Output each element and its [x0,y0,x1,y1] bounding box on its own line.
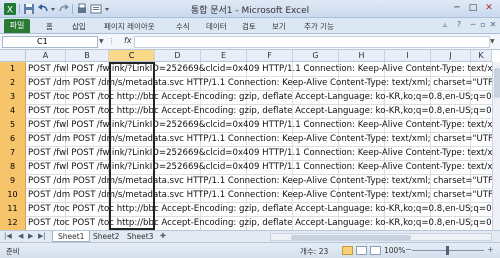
status-ready: 준비 [6,247,20,256]
insert-function-icon[interactable]: fx [124,36,132,45]
row-header-10[interactable]: 10 [0,188,26,203]
ribbon-collapse-icon[interactable]: ▵ [440,20,450,30]
normal-view-icon[interactable] [342,246,353,255]
name-box-dropdown-icon[interactable]: ▼ [99,38,104,45]
page-layout-view-icon[interactable] [356,246,367,255]
row-cell-text[interactable]: POST /dm POST /dm/s/metadata.svc HTTP/1.… [28,174,500,189]
insert-sheet-icon[interactable]: ✚ [160,232,166,240]
row-cell-text[interactable]: POST /fwl POST /fwlink/?LinkID=252669&cl… [28,160,500,175]
row-header-6[interactable]: 6 [0,132,26,147]
row-cell-text[interactable]: POST /dm POST /dm/s/metadata.svc HTTP/1.… [28,132,500,147]
zoom-out-icon[interactable]: − [405,245,412,254]
window-title: 통합 문서1 - Microsoft Excel [190,6,310,16]
row-header-8[interactable]: 8 [0,160,26,175]
row-header-9[interactable]: 9 [0,174,26,189]
prev-sheet-icon[interactable]: ◀ [18,232,23,240]
help-icon[interactable]: ? [454,20,464,30]
zoom-level[interactable]: 100% [384,246,405,255]
formula-expand-icon[interactable]: ▼ [490,38,495,45]
row-cell-text[interactable]: POST /toc POST /toc http://bbc Accept-En… [28,90,500,105]
workbook-restore-icon[interactable]: ▫ [478,20,488,30]
row-cell-text[interactable]: POST /fwl POST /fwlink/?LinkID=252669&cl… [28,146,500,161]
row-header-4[interactable]: 4 [0,104,26,119]
tab-home[interactable]: 홈 [46,21,53,32]
tab-review[interactable]: 검토 [242,21,256,32]
formula-bar: C1 ▼ ⋮ fx ▼ [0,34,500,50]
vertical-scrollbar[interactable] [492,62,500,230]
page-break-view-icon[interactable] [370,246,381,255]
row-cell-text[interactable]: POST /toc POST /toc http://bbc Accept-En… [28,202,500,217]
tab-data[interactable]: 데이터 [206,21,227,32]
row-cell-text[interactable]: POST /toc POST /toc http://bbc Accept-En… [28,104,500,119]
row-cell-text[interactable]: POST /dm POST /dm/s/metadata.svc HTTP/1.… [28,188,500,203]
column-header-g[interactable]: G [293,50,339,62]
selected-column-outline [109,62,155,230]
last-sheet-icon[interactable]: ▶| [38,232,46,240]
excel-window: X 통합 문서1 - Microsoft Excel ─ □ ✕ 파일 홈 삽입… [0,0,500,258]
row-header-3[interactable]: 3 [0,90,26,105]
column-header-b[interactable]: B [66,50,109,62]
minimize-button[interactable]: ─ [450,2,464,14]
formula-bar-grip-icon[interactable]: ⋮ [108,37,115,45]
workbook-close-icon[interactable]: ✕ [488,20,498,30]
row-cell-text[interactable]: POST /fwl POST /fwlink/?LinkID=252669&cl… [28,62,500,77]
row-header-1[interactable]: 1 [0,62,26,77]
sheet-tab-sheet1[interactable]: Sheet1 [52,231,91,242]
column-header-c[interactable]: C [109,50,155,62]
status-count: 개수: 23 [300,247,329,256]
row-header-12[interactable]: 12 [0,216,26,230]
column-header-k[interactable]: K [471,50,492,62]
name-box[interactable]: C1 [2,36,98,48]
close-button[interactable]: ✕ [482,2,496,14]
column-header-e[interactable]: E [201,50,247,62]
tab-insert[interactable]: 삽입 [72,21,86,32]
sheet-tabs-bar: |◀ ◀ ▶ ▶| Sheet1 Sheet2 Sheet3 ✚ [0,230,500,242]
ribbon-tabs: 파일 홈 삽입 페이지 레이아웃 수식 데이터 검토 보기 추가 기능 ▵ ? … [0,18,500,34]
tab-view[interactable]: 보기 [272,21,286,32]
tab-file[interactable]: 파일 [4,19,30,33]
row-cell-text[interactable]: POST /toc POST /toc http://bbc Accept-En… [28,216,500,230]
next-sheet-icon[interactable]: ▶ [28,232,33,240]
vertical-scroll-thumb[interactable] [494,68,500,98]
column-header-i[interactable]: I [385,50,431,62]
sheet-tab-sheet2[interactable]: Sheet2 [88,231,124,242]
worksheet-grid[interactable]: ABCDEFGHIJK 1 POST /fwl POST /fwlink/?Lin… [0,50,500,230]
first-sheet-icon[interactable]: |◀ [4,232,12,240]
zoom-slider-knob[interactable] [446,246,449,255]
row-header-11[interactable]: 11 [0,202,26,217]
row-cell-text[interactable]: POST /dm POST /dm/s/metadata.svc HTTP/1.… [28,76,500,91]
sheet-tab-sheet3[interactable]: Sheet3 [122,231,158,242]
tab-page-layout[interactable]: 페이지 레이아웃 [104,21,155,32]
column-header-a[interactable]: A [26,50,66,62]
formula-input[interactable] [134,36,490,48]
column-header-f[interactable]: F [247,50,293,62]
select-all-corner[interactable] [0,50,26,62]
column-header-d[interactable]: D [155,50,201,62]
workbook-minimize-icon[interactable]: ─ [468,20,478,30]
zoom-in-icon[interactable]: + [487,245,494,254]
tab-formulas[interactable]: 수식 [176,21,190,32]
horizontal-scroll-thumb[interactable] [291,235,411,240]
status-bar: 준비 개수: 23 100% − + [0,242,500,258]
title-bar: X 통합 문서1 - Microsoft Excel ─ □ ✕ [0,0,500,18]
row-cell-text[interactable]: POST /fwl POST /fwlink/?LinkID=252669&cl… [28,118,500,133]
maximize-button[interactable]: □ [466,2,480,14]
horizontal-scrollbar[interactable] [270,233,492,241]
row-header-5[interactable]: 5 [0,118,26,133]
row-header-2[interactable]: 2 [0,76,26,91]
row-header-7[interactable]: 7 [0,146,26,161]
column-header-h[interactable]: H [339,50,385,62]
column-header-j[interactable]: J [431,50,471,62]
tab-add-ins[interactable]: 추가 기능 [304,21,334,32]
